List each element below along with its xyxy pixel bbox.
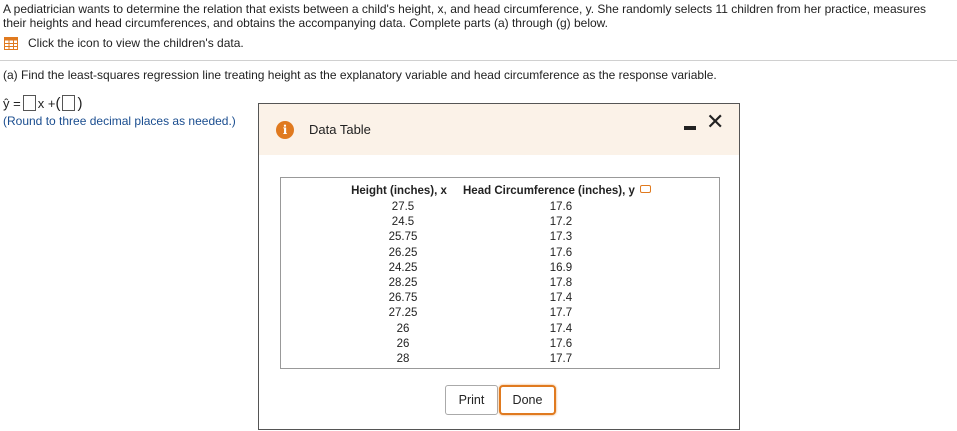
height-cell: 28.25 — [388, 277, 418, 290]
table-row: 26.75 17.4 — [343, 291, 659, 306]
view-data-link[interactable]: Click the icon to view the children's da… — [4, 36, 244, 50]
open-paren: ( — [55, 94, 61, 112]
height-cell: 26 — [396, 322, 410, 335]
slope-input[interactable] — [22, 95, 36, 111]
height-cell: 26 — [396, 337, 410, 350]
height-cell: 28 — [396, 353, 410, 366]
column-header-height: Height (inches), x — [351, 184, 447, 197]
data-table-frame: Height (inches), x Head Circumference (i… — [280, 177, 720, 369]
head-circumference-cell: 17.4 — [549, 292, 573, 305]
yhat-label: ŷ = — [3, 95, 21, 111]
x-plus-label: x + — [37, 95, 56, 111]
table-row: 28 17.7 — [343, 352, 659, 367]
rounding-note: (Round to three decimal places as needed… — [3, 114, 236, 128]
part-a-prompt: (a) Find the least-squares regression li… — [3, 68, 717, 82]
head-circumference-cell: 17.7 — [549, 307, 573, 320]
answer-row: ŷ = x + ( ) — [3, 94, 82, 112]
table-row: 26.25 17.6 — [343, 246, 659, 261]
head-circumference-cell: 17.4 — [549, 322, 573, 335]
minimize-button[interactable] — [684, 126, 696, 130]
dialog-header: i Data Table ✕ — [259, 104, 739, 155]
view-data-label[interactable]: Click the icon to view the children's da… — [28, 36, 244, 50]
close-icon[interactable]: ✕ — [706, 112, 724, 134]
copy-icon[interactable] — [639, 185, 651, 194]
height-cell: 27.25 — [388, 307, 418, 320]
head-circumference-cell: 17.6 — [549, 246, 573, 259]
table-row: 24.25 16.9 — [343, 261, 659, 276]
height-cell: 24.5 — [391, 216, 415, 229]
problem-statement: A pediatrician wants to determine the re… — [3, 2, 926, 30]
done-button[interactable]: Done — [499, 385, 556, 415]
table-row: 27.5 17.6 — [343, 200, 659, 215]
height-cell: 27.5 — [391, 201, 415, 213]
head-circumference-cell: 17.8 — [549, 277, 573, 290]
print-button[interactable]: Print — [445, 385, 498, 415]
head-circumference-cell: 17.6 — [549, 201, 573, 213]
data-table: Height (inches), x Head Circumference (i… — [343, 182, 659, 367]
intercept-input[interactable] — [62, 95, 76, 111]
height-cell: 26.75 — [388, 292, 418, 305]
dialog-title: Data Table — [309, 122, 371, 137]
column-header-head-circumference: Head Circumference (inches), y — [463, 182, 659, 200]
table-row: 25.75 17.3 — [343, 230, 659, 245]
section-divider — [0, 60, 957, 61]
table-row: 27.25 17.7 — [343, 306, 659, 321]
table-row: 24.5 17.2 — [343, 215, 659, 230]
table-row: 26 17.4 — [343, 322, 659, 337]
data-table-dialog: i Data Table ✕ Height (inches), x Head C… — [258, 103, 740, 430]
head-circumference-cell: 17.7 — [549, 353, 573, 366]
height-cell: 24.25 — [388, 261, 418, 274]
height-cell: 26.25 — [388, 246, 418, 259]
head-circumference-cell: 17.2 — [549, 216, 573, 229]
head-circumference-cell: 17.6 — [549, 337, 573, 350]
head-circumference-cell: 16.9 — [549, 261, 573, 274]
head-circumference-cell: 17.3 — [549, 231, 573, 244]
data-table-icon[interactable] — [4, 36, 18, 50]
height-cell: 25.75 — [388, 231, 418, 244]
close-paren: ) — [77, 94, 83, 112]
table-header-row: Height (inches), x Head Circumference (i… — [343, 182, 659, 200]
column-header-label: Head Circumference (inches), y — [463, 184, 635, 197]
info-icon: i — [276, 121, 294, 139]
table-row: 28.25 17.8 — [343, 276, 659, 291]
table-row: 26 17.6 — [343, 337, 659, 352]
